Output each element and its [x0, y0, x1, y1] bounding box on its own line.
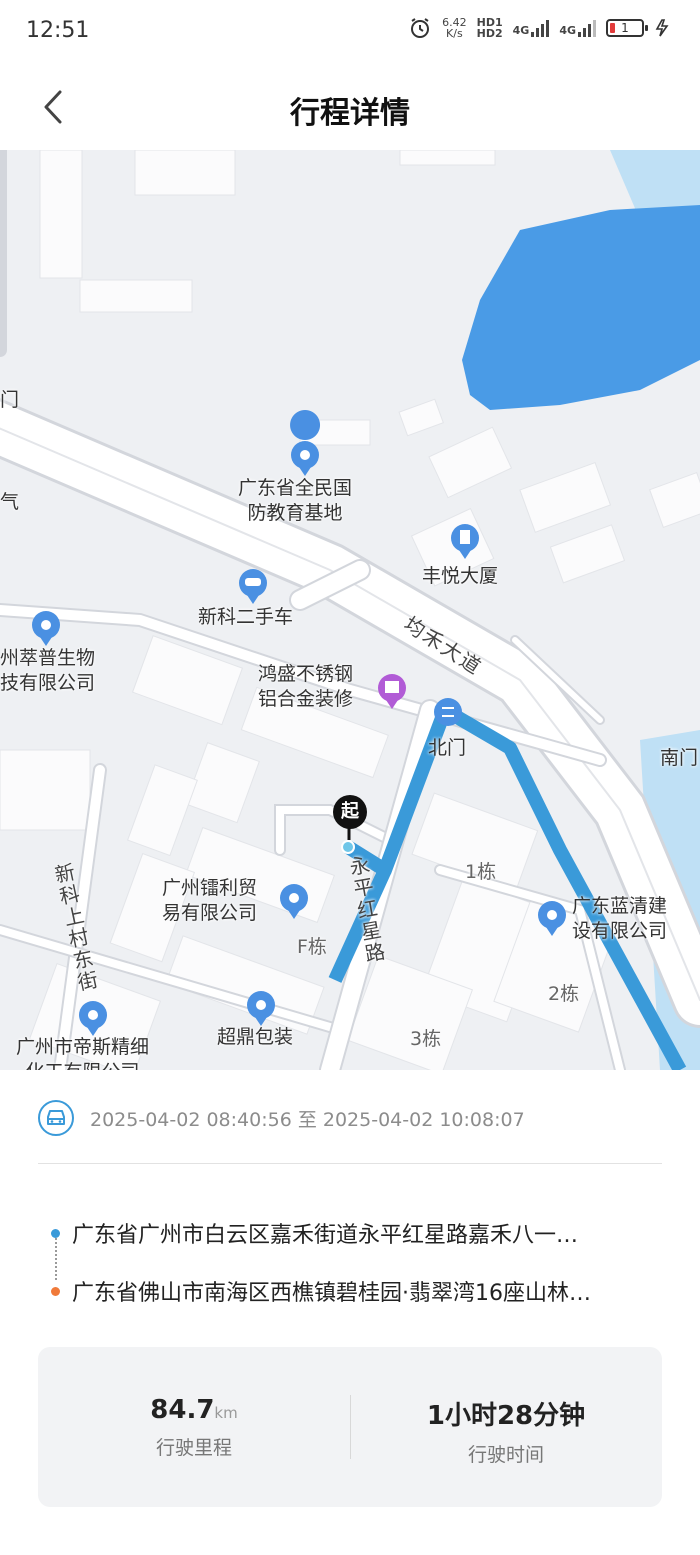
map-label-xinke-car[interactable]: 新科二手车 — [198, 605, 293, 630]
net-speed: 6.42 K/s — [442, 17, 467, 39]
charging-icon — [655, 19, 669, 37]
signal-2-icon: 4G — [559, 19, 596, 37]
start-address: 广东省广州市白云区嘉禾街道永平红星路嘉禾八一… — [72, 1223, 579, 1248]
page-title: 行程详情 — [290, 96, 410, 131]
map-label-building-2: 2栋 — [548, 983, 580, 1005]
map-label-fengyue[interactable]: 丰悦大厦 — [422, 564, 498, 589]
duration-stat: 1小时28分钟 行驶时间 — [350, 1347, 662, 1507]
trip-time-range: 2025-04-02 08:40:56 至 2025-04-02 10:08:0… — [90, 1108, 525, 1131]
start-marker: 起 — [333, 795, 367, 829]
start-point — [341, 840, 355, 854]
distance-unit: km — [214, 1404, 238, 1422]
start-address-row: 广东省广州市白云区嘉禾街道永平红星路嘉禾八一… — [38, 1215, 662, 1251]
divider — [38, 1163, 662, 1164]
duration-value: 1小时28分钟 — [426, 1401, 586, 1431]
signal-1-label: 4G — [512, 23, 530, 37]
map-label-chaoding[interactable]: 超鼎包装 — [217, 1025, 293, 1050]
address-connector — [55, 1238, 57, 1280]
route-map[interactable]: 门 气 广东省全民国 防教育基地 丰悦大厦 新科二手车 均禾大道 州萃普生物 技… — [0, 150, 700, 1070]
status-bar: 12:51 6.42 K/s HD1 HD2 4G 4G 1 — [0, 0, 700, 66]
car-icon — [38, 1100, 74, 1136]
hd-indicator: HD1 HD2 — [477, 17, 503, 39]
end-address-row: 广东省佛山市南海区西樵镇碧桂园·翡翠湾16座山林… — [38, 1273, 662, 1309]
distance-label: 行驶里程 — [155, 1437, 232, 1459]
distance-value: 84.7 — [150, 1395, 215, 1425]
header: 行程详情 — [0, 66, 700, 150]
start-dot-icon — [51, 1228, 60, 1238]
map-label-lanqing[interactable]: 广东蓝清建 设有限公司 — [572, 894, 667, 944]
end-address: 广东省佛山市南海区西樵镇碧桂园·翡翠湾16座山林… — [72, 1281, 591, 1306]
duration-label: 行驶时间 — [467, 1444, 544, 1466]
map-label-building-1: 1栋 — [465, 861, 497, 883]
distance-stat: 84.7km 行驶里程 — [38, 1347, 350, 1507]
map-label-disi[interactable]: 广州市帝斯精细 化工有限公司 — [16, 1035, 149, 1070]
map-label-hongsheng[interactable]: 鸿盛不锈钢 铝合金装修 — [258, 662, 353, 712]
trip-time-row: 2025-04-02 08:40:56 至 2025-04-02 10:08:0… — [38, 1100, 662, 1136]
map-label-building-f: F栋 — [297, 936, 327, 958]
map-label-lili[interactable]: 广州镭利贸 易有限公司 — [162, 876, 257, 926]
map-label-cuipu[interactable]: 州萃普生物 技有限公司 — [0, 646, 95, 696]
battery-icon: 1 — [606, 19, 648, 37]
map-label-nanmen[interactable]: 南门 — [660, 746, 698, 771]
hd2-label: HD2 — [476, 27, 503, 40]
signal-1-icon: 4G — [512, 19, 550, 37]
alarm-icon — [411, 18, 430, 38]
map-label-base[interactable]: 广东省全民国 防教育基地 — [238, 476, 352, 526]
trip-stats: 84.7km 行驶里程 1小时28分钟 行驶时间 — [38, 1347, 662, 1507]
signal-2-label: 4G — [559, 23, 576, 37]
map-label-building-3: 3栋 — [410, 1028, 442, 1050]
map-label-beimen[interactable]: 北门 — [428, 736, 466, 761]
status-time: 12:51 — [26, 18, 90, 43]
net-speed-unit: K/s — [446, 27, 463, 40]
trip-card: 2025-04-02 08:40:56 至 2025-04-02 10:08:0… — [0, 1070, 700, 1555]
map-label-qi: 气 — [0, 491, 20, 513]
status-icons: 6.42 K/s HD1 HD2 4G 4G 1 — [408, 16, 674, 40]
map-label-men: 门 — [0, 389, 20, 411]
end-dot-icon — [51, 1286, 60, 1296]
water-area-main — [462, 205, 700, 410]
